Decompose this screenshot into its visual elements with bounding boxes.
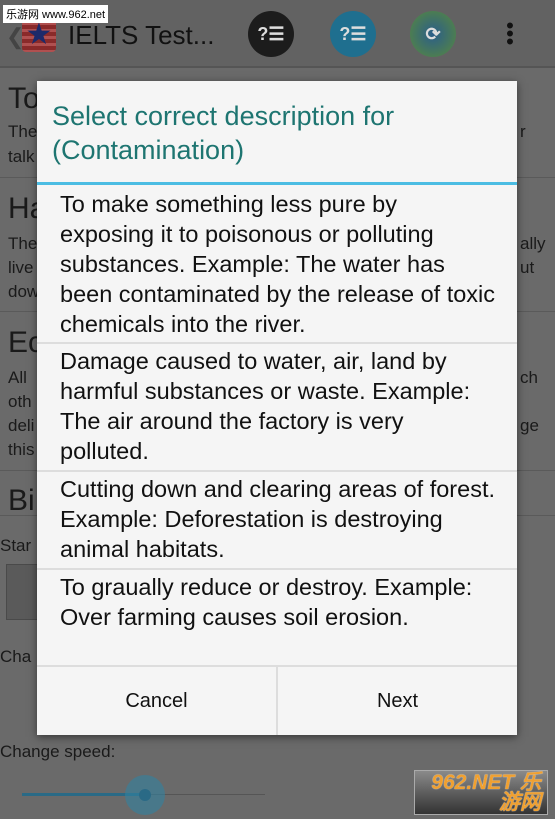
bg-heading: Bi [8, 484, 35, 517]
dialog-title: Select correct description for (Contamin… [52, 101, 395, 165]
option-4[interactable]: To graually reduce or destroy. Example: … [37, 572, 517, 667]
bg-text: ally [520, 234, 546, 253]
bg-label: Cha [0, 647, 32, 666]
next-button[interactable]: Next [276, 667, 517, 735]
sync-icon[interactable]: ⟳ [410, 11, 456, 57]
bg-label: Star [0, 536, 32, 555]
bg-text: ut [520, 258, 535, 277]
bg-text: talk [8, 147, 35, 166]
title-divider [37, 182, 517, 185]
quiz-list-blue-icon[interactable]: ?☰ [330, 11, 376, 57]
app-title: IELTS Test... [68, 20, 215, 50]
bg-text: this [8, 440, 35, 459]
speed-slider-thumb[interactable] [125, 775, 165, 815]
bg-text: oth [8, 392, 32, 411]
bg-text: live [8, 258, 34, 277]
bg-text: All [8, 368, 27, 387]
bg-text: r [520, 122, 526, 141]
bg-text: ch [520, 368, 538, 387]
select-description-dialog: Select correct description for (Contamin… [37, 81, 517, 735]
watermark: 乐游网 www.962.net [3, 5, 109, 23]
bg-text: The [8, 234, 38, 253]
option-1[interactable]: To make something less pure by exposing … [37, 189, 517, 344]
cancel-button[interactable]: Cancel [37, 667, 276, 735]
corner-watermark-logo: 962.NET 乐游网 [414, 770, 548, 815]
app-logo-icon[interactable]: ★ [22, 18, 56, 52]
bg-heading: To [8, 82, 40, 115]
quiz-list-dark-icon[interactable]: ?☰ [248, 11, 294, 57]
bg-text: dow [8, 282, 40, 301]
bg-text: The [8, 122, 38, 141]
more-vert-icon[interactable]: • • • [505, 15, 515, 53]
option-3[interactable]: Cutting down and clearing areas of fores… [37, 474, 517, 570]
bg-text: ge [520, 416, 539, 435]
option-2[interactable]: Damage caused to water, air, land by har… [37, 346, 517, 472]
bg-text: deli [8, 416, 35, 435]
change-speed-label: Change speed: [0, 742, 116, 761]
